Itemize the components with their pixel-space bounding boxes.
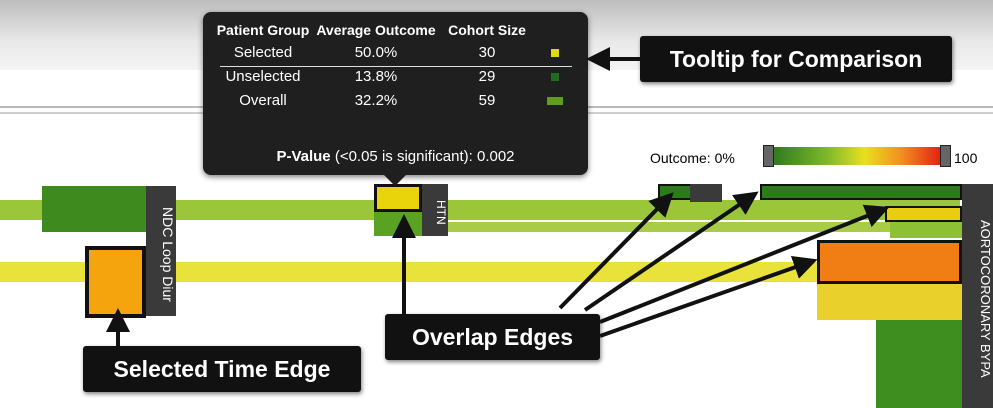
annotation-arrows [106,47,890,346]
arrow-overlap-4 [599,255,818,338]
